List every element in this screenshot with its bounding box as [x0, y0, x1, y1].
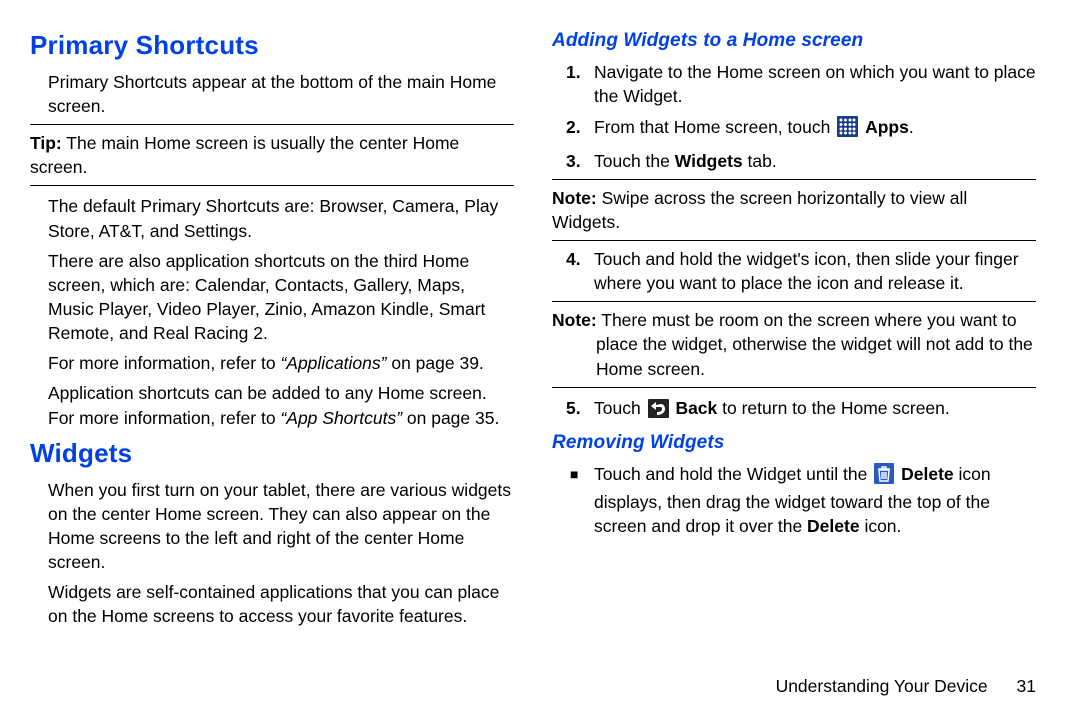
label-delete-1: Delete — [901, 464, 954, 484]
step-4: 4. Touch and hold the widget's icon, the… — [552, 247, 1036, 295]
p-moreinfo-applications: For more information, refer to “Applicat… — [48, 351, 514, 375]
apps-grid-icon — [837, 116, 858, 143]
tip-label: Tip: — [30, 133, 62, 153]
label-back: Back — [675, 398, 717, 418]
heading-removing-widgets: Removing Widgets — [552, 430, 1036, 456]
left-column: Primary Shortcuts Primary Shortcuts appe… — [30, 28, 514, 634]
p-default-shortcuts: The default Primary Shortcuts are: Brows… — [48, 194, 514, 242]
p-widgets-intro: When you first turn on your tablet, ther… — [48, 478, 514, 575]
divider — [552, 301, 1036, 302]
steps-adding-widgets-cont2: 5. Touch Back to return to the Home scre… — [552, 396, 1036, 424]
right-column: Adding Widgets to a Home screen 1. Navig… — [552, 28, 1036, 634]
steps-adding-widgets: 1. Navigate to the Home screen on which … — [552, 60, 1036, 173]
p-moreinfo-appshortcuts: Application shortcuts can be added to an… — [48, 381, 514, 429]
heading-adding-widgets: Adding Widgets to a Home screen — [552, 28, 1036, 54]
list-removing-widgets: ■ Touch and hold the Widget until the De… — [552, 462, 1036, 538]
heading-widgets: Widgets — [30, 436, 514, 472]
footer-page-number: 31 — [1017, 676, 1036, 696]
step-2: 2. From that Home screen, touch Apps. — [552, 115, 1036, 143]
tip-text: The main Home screen is usually the cent… — [30, 133, 459, 177]
link-applications: “Applications” — [280, 353, 386, 373]
divider — [552, 179, 1036, 180]
step-3: 3. Touch the Widgets tab. — [552, 149, 1036, 173]
divider — [552, 240, 1036, 241]
p-widgets-desc: Widgets are self-contained applications … — [48, 580, 514, 628]
label-widgets-tab: Widgets — [675, 151, 743, 171]
divider — [552, 387, 1036, 388]
p-primary-intro: Primary Shortcuts appear at the bottom o… — [48, 70, 514, 118]
trash-icon — [874, 463, 894, 490]
back-icon — [648, 399, 669, 424]
removing-step: ■ Touch and hold the Widget until the De… — [552, 462, 1036, 538]
label-delete-2: Delete — [807, 516, 860, 536]
note-room: Note: There must be room on the screen w… — [552, 308, 1036, 380]
manual-page: Primary Shortcuts Primary Shortcuts appe… — [0, 0, 1080, 634]
divider — [30, 185, 514, 186]
divider — [30, 124, 514, 125]
page-footer: Understanding Your Device 31 — [776, 674, 1036, 698]
p-third-home-apps: There are also application shortcuts on … — [48, 249, 514, 346]
step-1: 1. Navigate to the Home screen on which … — [552, 60, 1036, 108]
steps-adding-widgets-cont: 4. Touch and hold the widget's icon, the… — [552, 247, 1036, 295]
tip-main-home: Tip: The main Home screen is usually the… — [30, 131, 514, 179]
note-swipe: Note: Swipe across the screen horizontal… — [552, 186, 1036, 234]
label-apps: Apps — [865, 117, 909, 137]
step-5: 5. Touch Back to return to the Home scre… — [552, 396, 1036, 424]
heading-primary-shortcuts: Primary Shortcuts — [30, 28, 514, 64]
footer-chapter: Understanding Your Device — [776, 676, 988, 696]
link-app-shortcuts: “App Shortcuts” — [280, 408, 402, 428]
